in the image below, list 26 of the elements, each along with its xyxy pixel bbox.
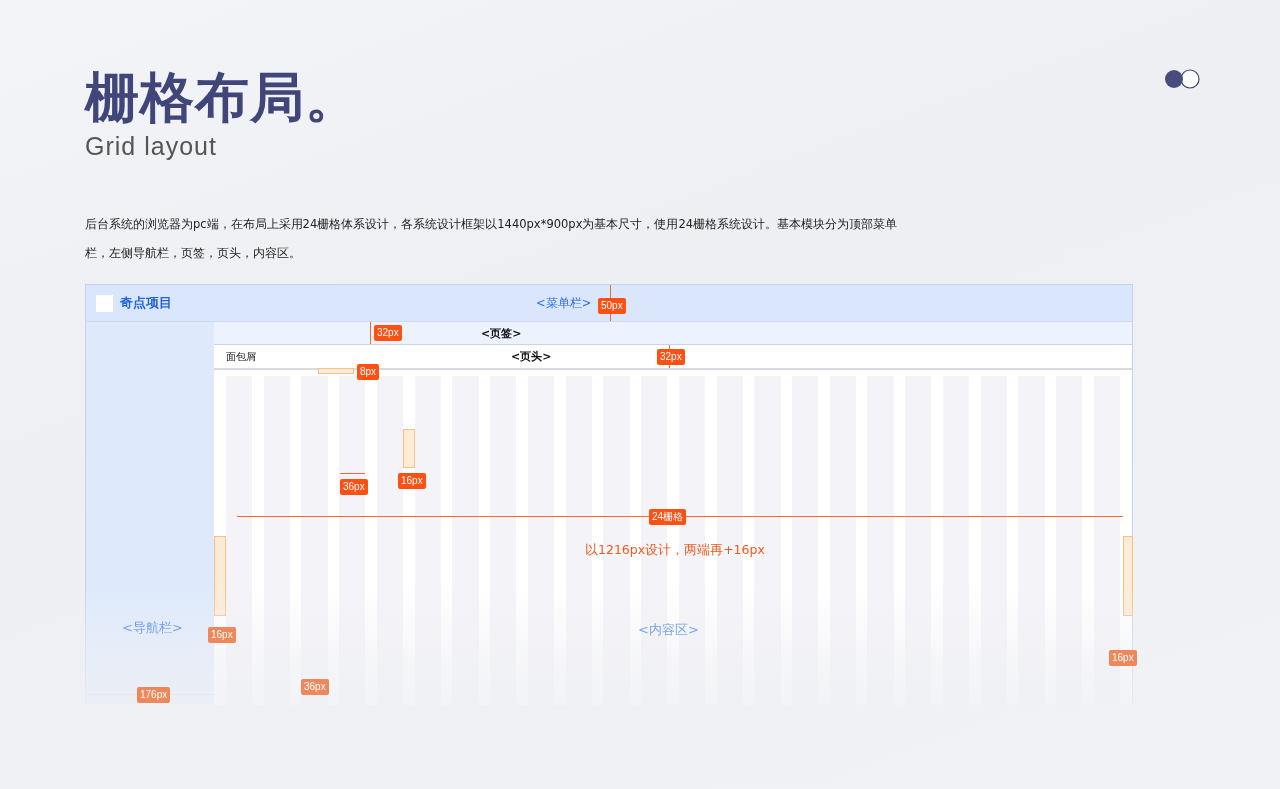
- nav-label: <导航栏>: [122, 619, 183, 637]
- content-area-label: <内容区>: [638, 621, 699, 639]
- measure-tag: 176px: [137, 687, 171, 703]
- measure-tag: 24栅格: [649, 509, 687, 525]
- measure-tag: 50px: [598, 298, 626, 314]
- measure-tag: 36px: [340, 479, 368, 495]
- page-title: 栅格布局。: [85, 65, 360, 131]
- measure-tag: 32px: [374, 325, 402, 341]
- breadcrumb-label: 面包屑: [226, 349, 256, 364]
- measure-tag: 32px: [657, 349, 685, 365]
- project-name: 奇点项目: [120, 294, 172, 312]
- grid-note: 以1216px设计，两端再+16px: [585, 542, 765, 559]
- tab-bar-label: <页签>: [481, 325, 522, 341]
- logo-square: [96, 294, 113, 312]
- page-subtitle: Grid layout: [85, 132, 218, 161]
- description-paragraph: 后台系统的浏览器为pc端，在布局上采用24栅格体系设计，各系统设计框架以1440px*900px为基本尺寸，使用24栅格系统设计。基本模块分为顶部菜单栏，左侧导航栏，页签，页头，内容区。: [85, 216, 899, 262]
- gutter-marker: [403, 429, 415, 468]
- measure-tag: 36px: [301, 679, 329, 695]
- measure-tag: 16px: [208, 627, 236, 643]
- measure-tag: 16px: [1109, 650, 1137, 666]
- measure-tag: 16px: [398, 473, 426, 489]
- spacing-marker: [318, 368, 354, 374]
- menu-bar-label: <菜单栏>: [536, 295, 592, 311]
- toggle-icon: [1163, 71, 1201, 87]
- measure-tag: 8px: [357, 364, 380, 380]
- page-header-label: <页头>: [511, 349, 552, 364]
